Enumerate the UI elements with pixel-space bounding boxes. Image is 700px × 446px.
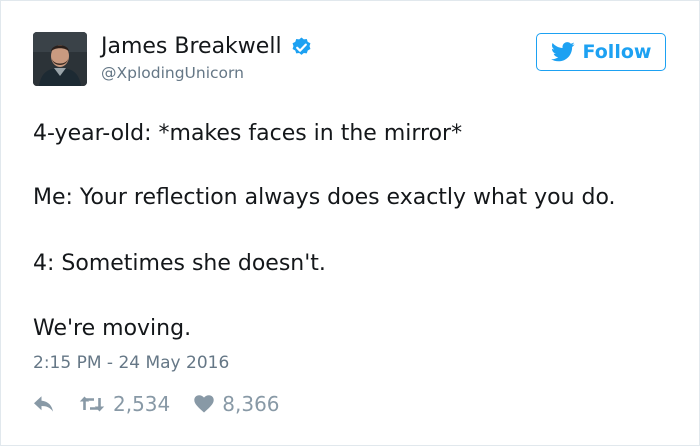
tweet-text-line-2: Me: Your reflection always does exactly …	[33, 185, 616, 210]
retweet-button[interactable]: 2,534	[79, 392, 170, 416]
like-count: 8,366	[222, 392, 280, 416]
twitter-bird-icon	[550, 42, 575, 62]
tweet-actions: 2,534 8,366	[33, 390, 280, 418]
tweet-text-line-3: 4: Sometimes she doesn't.	[33, 251, 326, 276]
reply-arrow-icon	[34, 396, 53, 412]
tweet-card: James Breakwell @XplodingUnicorn Follow …	[0, 0, 700, 446]
reply-button[interactable]	[33, 395, 55, 413]
tweet-text-line-4: We're moving.	[33, 316, 192, 341]
author-name-text[interactable]: James Breakwell	[101, 33, 282, 61]
retweet-icon	[79, 396, 105, 412]
author-name[interactable]: James Breakwell	[101, 33, 313, 61]
tweet-timestamp[interactable]: 2:15 PM - 24 May 2016	[33, 352, 229, 374]
avatar[interactable]	[33, 32, 87, 86]
avatar-photo	[33, 32, 87, 86]
retweet-count: 2,534	[113, 392, 171, 416]
heart-icon	[194, 395, 214, 413]
follow-button[interactable]: Follow	[536, 33, 666, 71]
author-handle[interactable]: @XplodingUnicorn	[101, 63, 244, 83]
follow-button-label: Follow	[582, 41, 652, 63]
tweet-text-line-1: 4-year-old: *makes faces in the mirror*	[33, 121, 463, 146]
like-button[interactable]: 8,366	[194, 392, 280, 416]
verified-badge-icon	[290, 36, 313, 59]
